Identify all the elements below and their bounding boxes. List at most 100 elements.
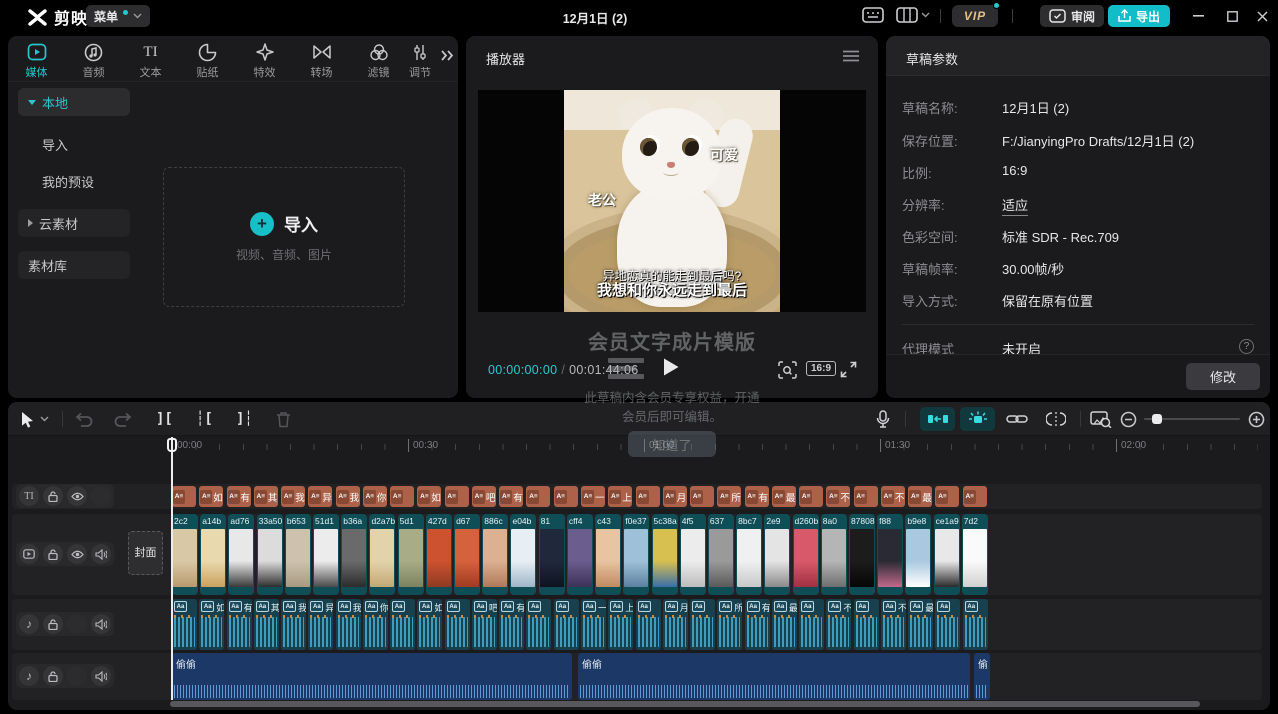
- tts-audio-clip[interactable]: Aa: [690, 599, 715, 650]
- vip-button[interactable]: VIP: [952, 5, 998, 27]
- text-clip[interactable]: A≡有: [499, 486, 523, 507]
- text-clip[interactable]: A≡: [963, 486, 987, 507]
- video-clip[interactable]: b653: [285, 514, 311, 595]
- layout-switch-icon[interactable]: [896, 6, 930, 24]
- video-clip[interactable]: 5c38a: [652, 514, 678, 595]
- video-clip[interactable]: 427d: [426, 514, 452, 595]
- video-clip[interactable]: cff4: [567, 514, 593, 595]
- video-clip[interactable]: 87808: [849, 514, 875, 595]
- tab-text[interactable]: TI 文本: [122, 36, 179, 81]
- tts-audio-clip[interactable]: Aa其: [254, 599, 279, 650]
- maximize-button[interactable]: [1219, 4, 1245, 28]
- video-clip[interactable]: 4f5: [680, 514, 706, 595]
- tts-audio-clip[interactable]: Aa异: [308, 599, 333, 650]
- tts-audio-clip[interactable]: Aa: [963, 599, 988, 650]
- video-clip[interactable]: ce1a9: [934, 514, 960, 595]
- close-button[interactable]: [1249, 4, 1275, 28]
- text-clip[interactable]: A≡吧: [472, 486, 496, 507]
- text-clip[interactable]: A≡有: [227, 486, 251, 507]
- music-clip[interactable]: 偷偷: [172, 653, 572, 700]
- tts-audio-clip[interactable]: Aa我: [281, 599, 306, 650]
- text-clip[interactable]: A≡如: [199, 486, 223, 507]
- tts-audio-clip[interactable]: Aa: [854, 599, 879, 650]
- text-clip[interactable]: A≡月: [663, 486, 687, 507]
- text-clip[interactable]: A≡其: [254, 486, 278, 507]
- video-clip[interactable]: 637: [708, 514, 734, 595]
- tts-audio-clip[interactable]: Aa如: [199, 599, 224, 650]
- video-clip[interactable]: d2a7b: [369, 514, 395, 595]
- video-clip[interactable]: f0e37: [623, 514, 649, 595]
- sidebar-item-import[interactable]: 导入: [18, 130, 130, 158]
- video-viewport[interactable]: 可爱 老公 异地恋真的能走到最后吗? 我想和你永远走到最后: [478, 90, 866, 312]
- video-clip[interactable]: b9e8: [905, 514, 931, 595]
- menu-button[interactable]: 菜单: [86, 5, 150, 27]
- sidebar-item-local[interactable]: 本地: [18, 88, 130, 116]
- video-clip[interactable]: 7d2: [962, 514, 988, 595]
- export-button[interactable]: 导出: [1108, 5, 1170, 27]
- video-clip[interactable]: e04b: [510, 514, 536, 595]
- video-clip[interactable]: f88: [877, 514, 903, 595]
- tts-audio-clip[interactable]: Aa: [554, 599, 579, 650]
- draft-row-resolution[interactable]: 分辨率:适应: [902, 195, 1254, 215]
- text-clip[interactable]: A≡: [172, 486, 196, 507]
- tab-filter[interactable]: 滤镜: [350, 36, 407, 81]
- tts-audio-clip[interactable]: Aa: [445, 599, 470, 650]
- tts-audio-clip[interactable]: Aa有: [227, 599, 252, 650]
- horizontal-scrollbar[interactable]: [170, 701, 1200, 707]
- text-clip[interactable]: A≡最: [772, 486, 796, 507]
- sidebar-item-presets[interactable]: 我的预设: [18, 167, 130, 195]
- text-clip[interactable]: A≡: [390, 486, 414, 507]
- tts-audio-clip[interactable]: Aa你: [363, 599, 388, 650]
- text-clip[interactable]: A≡异: [308, 486, 332, 507]
- text-clip[interactable]: A≡不: [881, 486, 905, 507]
- video-clip[interactable]: 2e9: [764, 514, 790, 595]
- tts-audio-clip[interactable]: Aa吧: [472, 599, 497, 650]
- tts-audio-clip[interactable]: Aa如: [417, 599, 442, 650]
- review-button[interactable]: 审阅: [1040, 5, 1104, 27]
- tab-transition[interactable]: 转场: [293, 36, 350, 81]
- text-clip[interactable]: A≡: [799, 486, 823, 507]
- video-clip[interactable]: 8a0: [821, 514, 847, 595]
- text-clip[interactable]: A≡如: [417, 486, 441, 507]
- text-clip[interactable]: A≡: [690, 486, 714, 507]
- video-clip[interactable]: 33a50: [257, 514, 283, 595]
- sidebar-item-cloud[interactable]: 云素材: [18, 209, 130, 237]
- help-icon[interactable]: ?: [1239, 339, 1254, 354]
- tab-effects[interactable]: 特效: [236, 36, 293, 81]
- video-clip[interactable]: 2c2: [172, 514, 198, 595]
- sidebar-item-material-library[interactable]: 素材库: [18, 251, 130, 279]
- tts-audio-clip[interactable]: Aa我: [336, 599, 361, 650]
- tab-media[interactable]: 媒体: [8, 36, 65, 81]
- video-clip[interactable]: 51d1: [313, 514, 339, 595]
- modify-button[interactable]: 修改: [1186, 363, 1260, 390]
- tab-audio[interactable]: 音频: [65, 36, 122, 81]
- tts-audio-clip[interactable]: Aa: [526, 599, 551, 650]
- video-clip[interactable]: 81: [539, 514, 565, 595]
- fullscreen-icon[interactable]: [840, 361, 857, 378]
- aspect-ratio-button[interactable]: 16:9: [806, 361, 836, 376]
- tts-audio-clip[interactable]: Aa: [935, 599, 960, 650]
- tab-sticker[interactable]: 贴纸: [179, 36, 236, 81]
- text-clip[interactable]: A≡: [636, 486, 660, 507]
- playhead-handle[interactable]: [167, 438, 177, 452]
- tts-audio-clip[interactable]: Aa最后: [908, 599, 933, 650]
- video-clip[interactable]: 8bc7: [736, 514, 762, 595]
- text-clip[interactable]: A≡: [445, 486, 469, 507]
- minimize-button[interactable]: [1185, 4, 1211, 28]
- tts-audio-clip[interactable]: Aa: [636, 599, 661, 650]
- video-clip[interactable]: d67: [454, 514, 480, 595]
- tts-audio-clip[interactable]: Aa不: [826, 599, 851, 650]
- tts-audio-clip[interactable]: Aa一: [581, 599, 606, 650]
- text-clip[interactable]: A≡最后: [908, 486, 932, 507]
- playhead-line[interactable]: [171, 437, 173, 700]
- shortcut-keys-icon[interactable]: [862, 6, 884, 24]
- text-clip[interactable]: A≡所: [717, 486, 741, 507]
- text-clip[interactable]: A≡不: [826, 486, 850, 507]
- video-clip[interactable]: c43: [595, 514, 621, 595]
- video-clip[interactable]: ad76: [228, 514, 254, 595]
- text-clip[interactable]: A≡: [554, 486, 578, 507]
- text-clip[interactable]: A≡上: [608, 486, 632, 507]
- tab-adjust[interactable]: 调节: [407, 36, 433, 81]
- tts-audio-clip[interactable]: Aa: [172, 599, 197, 650]
- text-clip[interactable]: A≡你: [363, 486, 387, 507]
